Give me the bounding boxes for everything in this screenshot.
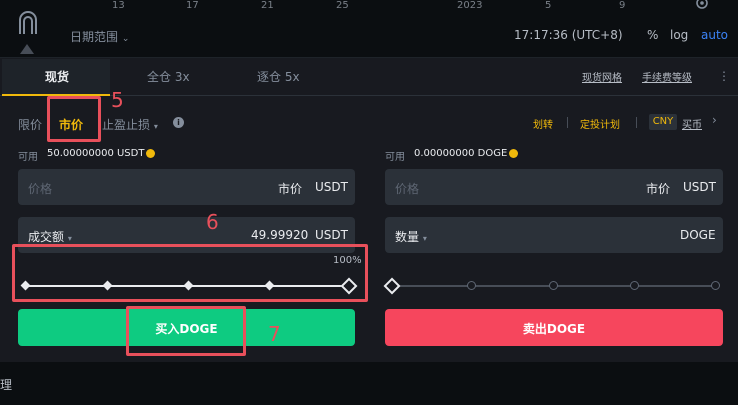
highlight-box-slider (12, 244, 368, 302)
order-type-limit[interactable]: 限价 (18, 116, 42, 133)
caret-down-icon: ▾ (67, 234, 72, 243)
info-icon[interactable]: i (173, 117, 184, 128)
time-readout: 17:17:36 (UTC+8) (514, 28, 623, 42)
step-number: 6 (206, 210, 219, 234)
buy-price-placeholder: 价格 (28, 182, 53, 196)
percent-toggle[interactable]: % (647, 28, 658, 42)
axis-tick: 2023 (457, 0, 483, 11)
exchange-logo-icon (14, 8, 42, 36)
sell-slider-stop[interactable] (711, 281, 720, 290)
currency-badge[interactable]: CNY (649, 114, 677, 130)
sell-amount-label: 数量 (395, 230, 420, 244)
log-toggle[interactable]: log (670, 28, 688, 42)
date-range-dropdown[interactable]: 日期范围 ⌄ (70, 28, 129, 45)
sell-price-placeholder: 价格 (395, 182, 420, 196)
buy-amount-type-dropdown[interactable]: 成交额 ▾ (28, 228, 72, 245)
buy-amount-label: 成交额 (28, 230, 65, 244)
sell-slider-stop[interactable] (549, 281, 558, 290)
more-vertical-icon[interactable]: ⋮ (718, 69, 730, 83)
caret-down-icon: ▾ (153, 122, 158, 131)
deposit-plus-icon[interactable] (509, 149, 518, 158)
highlight-box-market (47, 96, 101, 142)
sell-amount-field[interactable] (385, 217, 723, 253)
caret-down-icon: ▾ (422, 234, 427, 243)
sell-amount-unit: DOGE (680, 228, 716, 242)
buy-available-label: 可用 (18, 152, 38, 163)
order-type-stop-limit-label: 止盈止损 (102, 118, 151, 132)
buy-amount-unit: USDT (315, 228, 348, 242)
tab-isolated-margin[interactable]: 逐仓 5x (257, 68, 300, 85)
sell-button-label: 卖出DOGE (522, 322, 586, 336)
step-number: 5 (111, 88, 124, 112)
axis-tick: 5 (545, 0, 552, 11)
buy-price-field[interactable] (18, 169, 355, 205)
axis-tick: 17 (186, 0, 199, 11)
divider (567, 117, 568, 128)
sell-slider-stop[interactable] (630, 281, 639, 290)
tab-spot[interactable]: 现货 (45, 68, 69, 85)
sell-percent-slider[interactable] (383, 271, 721, 301)
buy-amount-value: 49.99920 (251, 228, 309, 242)
auto-invest-link[interactable]: 定投计划 (580, 116, 620, 131)
sell-price-unit: USDT (683, 180, 716, 194)
tab-cross-margin[interactable]: 全仓 3x (147, 68, 190, 85)
bottom-bar (0, 362, 738, 405)
buy-price-value: 市价 (278, 182, 303, 196)
sell-slider-handle[interactable] (383, 277, 401, 295)
spot-grid-link[interactable]: 现货网格 (582, 69, 622, 84)
axis-tick: 13 (112, 0, 125, 11)
sell-price-field[interactable] (385, 169, 723, 205)
fee-level-link[interactable]: 手续费等级 (642, 69, 692, 84)
sell-available-value: 0.00000000 DOGE (414, 148, 508, 159)
step-number: 7 (268, 322, 281, 346)
sell-amount-type-dropdown[interactable]: 数量 ▾ (395, 228, 427, 245)
buy-available-value: 50.00000000 USDT (47, 148, 145, 159)
auto-toggle[interactable]: auto (701, 28, 728, 42)
chevron-down-icon: ⌄ (121, 34, 130, 44)
axis-tick: 25 (336, 0, 349, 11)
highlight-box-buy-button (126, 306, 246, 356)
transfer-link[interactable]: 划转 (533, 116, 553, 131)
sell-doge-button[interactable]: 卖出DOGE (385, 309, 723, 346)
sell-available-label: 可用 (385, 152, 405, 163)
deposit-plus-icon[interactable] (146, 149, 155, 158)
date-range-label: 日期范围 (70, 30, 119, 44)
buy-crypto-link[interactable]: 买币 (682, 116, 702, 131)
axis-tick: 9 (619, 0, 626, 11)
buy-price-unit: USDT (315, 180, 348, 194)
divider (636, 117, 637, 128)
chart-drag-handle-icon[interactable] (20, 44, 34, 57)
sell-slider-stop[interactable] (467, 281, 476, 290)
axis-tick: 21 (261, 0, 274, 11)
order-type-stop-limit[interactable]: 止盈止损 ▾ (102, 116, 158, 133)
sell-price-value: 市价 (646, 182, 671, 196)
chevron-right-icon[interactable]: › (712, 113, 717, 127)
gear-icon[interactable] (693, 0, 711, 14)
bottom-manage-label: 理 (0, 378, 13, 392)
